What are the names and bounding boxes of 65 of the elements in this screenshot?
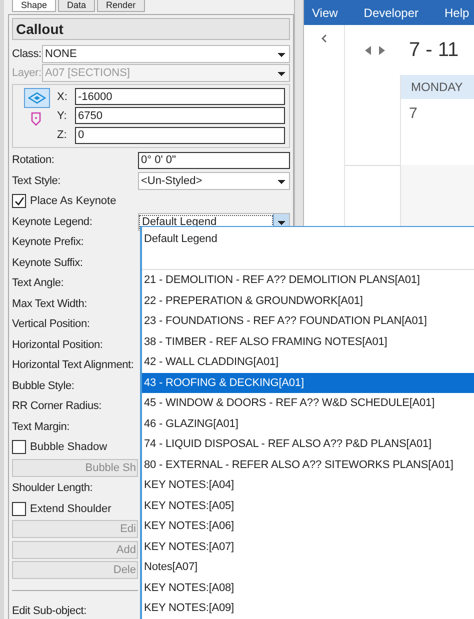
field-label: Horizontal Position: bbox=[12, 338, 103, 351]
list-item[interactable]: Default Legend bbox=[142, 229, 474, 250]
field-label: Horizontal Text Alignment: bbox=[12, 359, 134, 372]
list-item[interactable]: KEY NOTES:[A07] bbox=[142, 536, 474, 557]
list-item[interactable]: KEY NOTES:[A08] bbox=[142, 578, 474, 598]
list-item[interactable]: 43 - ROOFING & DECKING[A01] bbox=[142, 372, 474, 393]
list-item[interactable]: 21 - DEMOLITION - REF A?? DEMOLITION PLANS[A01] bbox=[142, 270, 474, 290]
field-label: Layer: bbox=[12, 66, 42, 78]
checkbox-label[interactable]: Bubble Shadow bbox=[30, 441, 108, 454]
collapse-icon[interactable] bbox=[321, 34, 327, 43]
field-label: Shoulder Length: bbox=[12, 482, 93, 494]
coordinate-label: Z: bbox=[57, 129, 68, 142]
checkbox-label[interactable]: Place As Keynote bbox=[30, 195, 116, 208]
checkbox[interactable] bbox=[12, 194, 26, 208]
checkbox[interactable] bbox=[12, 440, 26, 454]
location-button[interactable] bbox=[24, 88, 50, 108]
panel-tab[interactable]: Data bbox=[58, 0, 96, 12]
next-icon[interactable] bbox=[379, 46, 385, 54]
list-item[interactable]: KEY NOTES:[A09] bbox=[142, 598, 474, 618]
list-item[interactable]: 46 - GLAZING[A01] bbox=[142, 414, 474, 434]
previous-icon[interactable] bbox=[365, 46, 371, 54]
list-item[interactable]: Notes[A07] bbox=[142, 557, 474, 578]
date-range: 7 - 11 bbox=[409, 38, 459, 62]
menu-item[interactable]: Developer bbox=[364, 6, 418, 20]
list-item[interactable]: 22 - PREPERATION & GROUNDWORK[A01] bbox=[142, 290, 474, 311]
door-icon[interactable] bbox=[30, 112, 42, 126]
field-label: Text Angle: bbox=[12, 277, 64, 290]
list-item[interactable]: KEY NOTES:[A05] bbox=[142, 496, 474, 516]
coordinate-field[interactable]: 0 bbox=[75, 126, 285, 144]
list-item[interactable]: 45 - WINDOW & DOORS - REF A?? W&D SCHEDULE[A01] bbox=[142, 393, 474, 414]
field-label: Vertical Position: bbox=[12, 318, 90, 330]
coordinate-field[interactable]: -16000 bbox=[75, 88, 285, 106]
field-label: Text Style: bbox=[12, 174, 61, 187]
field-label: Keynote Suffix: bbox=[12, 256, 83, 269]
field-label: Class: bbox=[12, 48, 42, 60]
panel-title: Callout bbox=[12, 18, 290, 40]
menu-item[interactable]: Help bbox=[444, 6, 470, 20]
field-label: Bubble Style: bbox=[12, 380, 74, 392]
field-label: Text Margin: bbox=[12, 420, 70, 433]
panel-tab[interactable]: Render bbox=[97, 0, 145, 12]
field-label: RR Corner Radius: bbox=[12, 400, 102, 412]
list-item[interactable]: KEY NOTES:[A06] bbox=[142, 516, 474, 536]
list-item[interactable]: 80 - EXTERNAL - REFER ALSO A?? SITEWORKS PLANS[A01] bbox=[142, 454, 474, 475]
checkbox-label[interactable]: Extend Shoulder bbox=[30, 502, 112, 515]
rotation-field[interactable]: 0° 0' 0" bbox=[138, 152, 290, 169]
list-item[interactable]: KEY NOTES:[A04] bbox=[142, 475, 474, 496]
list-item[interactable]: 74 - LIQUID DISPOSAL - REF ALSO A?? P&D PLANS[A01] bbox=[142, 434, 474, 454]
field-label: Edit Sub-object: bbox=[12, 605, 86, 618]
list-item[interactable]: 23 - FOUNDATIONS - REF A?? FOUNDATION PLAN[A01] bbox=[142, 311, 474, 332]
field-label: Keynote Prefix: bbox=[12, 236, 84, 248]
panel-tab[interactable]: Shape bbox=[12, 0, 56, 12]
dropdown[interactable]: <Un-Styled> bbox=[138, 172, 290, 190]
day-header: MONDAY bbox=[401, 75, 474, 99]
day-number: 7 bbox=[408, 104, 418, 124]
field-label: Keynote Legend: bbox=[12, 216, 92, 228]
checkbox[interactable] bbox=[12, 502, 26, 516]
field-label: Rotation: bbox=[12, 154, 54, 166]
coordinate-field[interactable]: 6750 bbox=[75, 107, 285, 124]
menu-item[interactable]: View bbox=[312, 6, 338, 20]
list-item[interactable]: 38 - TIMBER - REF ALSO FRAMING NOTES[A01] bbox=[142, 332, 474, 352]
list-item[interactable]: 42 - WALL CLADDING[A01] bbox=[142, 352, 474, 372]
coordinate-label: Y: bbox=[57, 110, 68, 122]
coordinate-label: X: bbox=[57, 90, 68, 103]
field-label: Max Text Width: bbox=[12, 298, 88, 310]
class-dropdown[interactable]: NONE bbox=[42, 44, 290, 62]
